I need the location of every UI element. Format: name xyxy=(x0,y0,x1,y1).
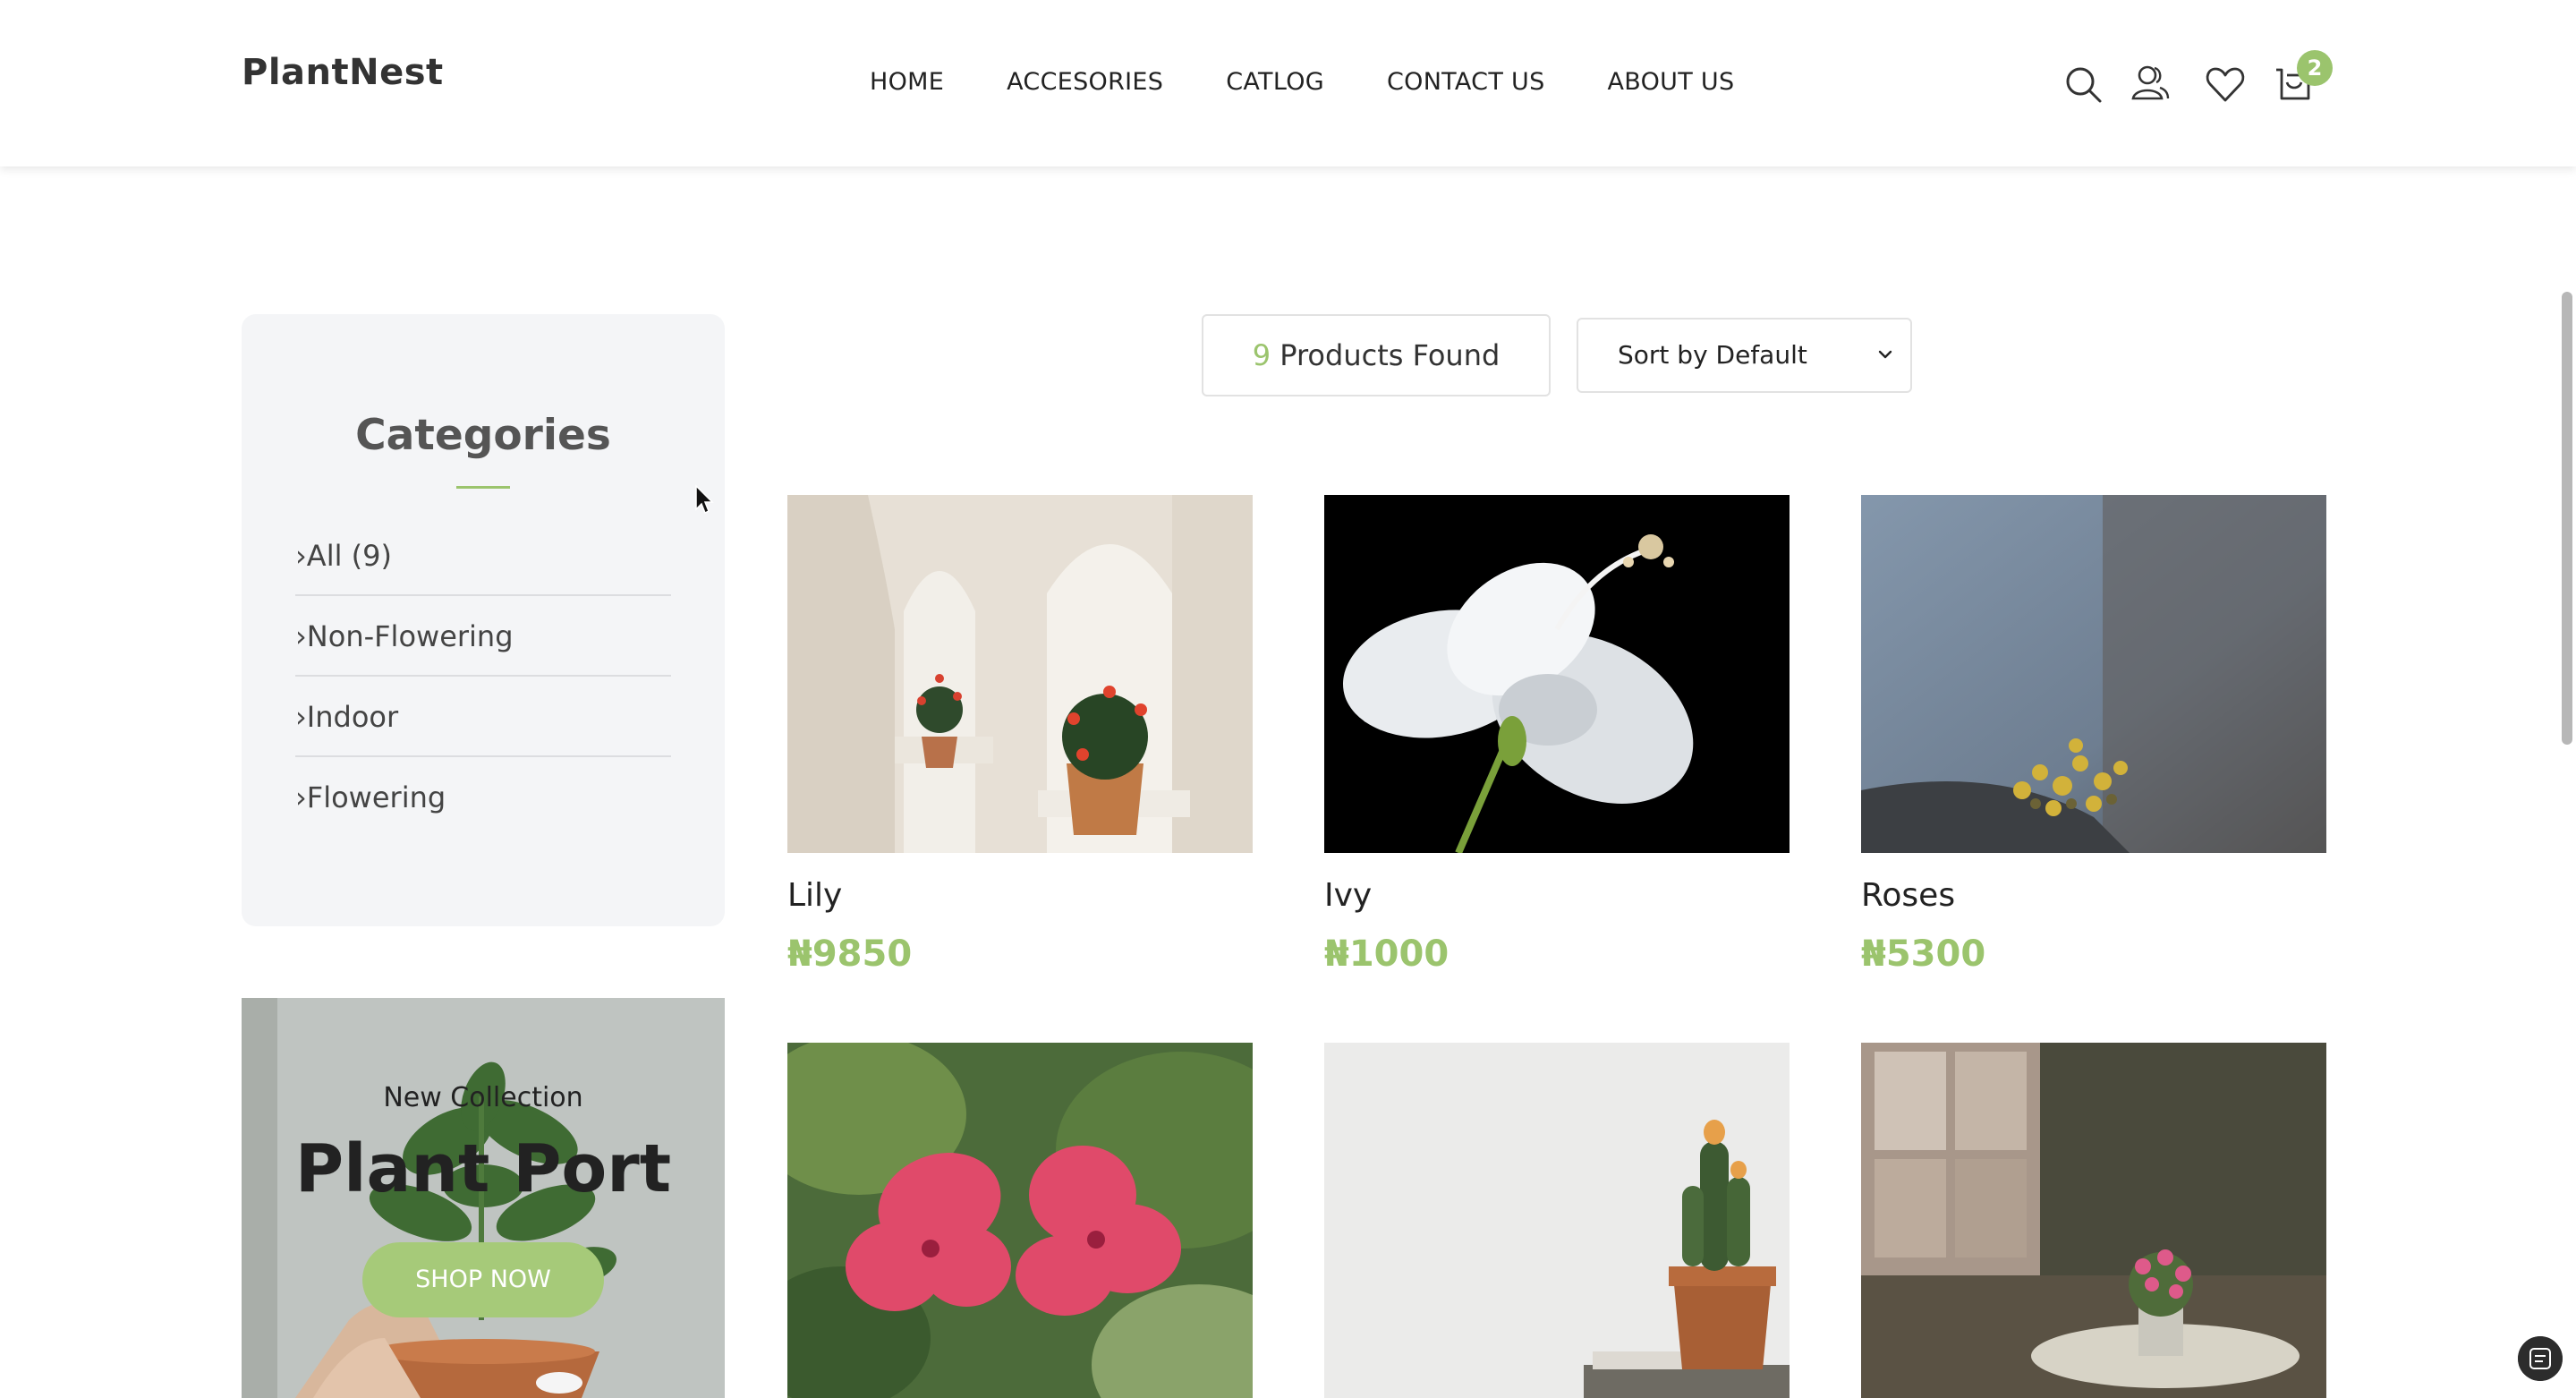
category-flowering[interactable]: ›Flowering xyxy=(295,757,671,838)
product-image[interactable] xyxy=(787,1043,1253,1398)
product-price: ₦5300 xyxy=(1861,933,1986,975)
categories-panel: Categories ›All (9) ›Non-Flowering ›Indo… xyxy=(242,314,725,926)
product-image[interactable] xyxy=(1861,495,2326,853)
category-label: All (9) xyxy=(306,539,392,573)
sort-select[interactable]: Sort by Default xyxy=(1577,318,1912,393)
promo-subtitle: New Collection xyxy=(383,1082,583,1113)
product-name[interactable]: Lily xyxy=(787,877,842,914)
sort-selected-value: Sort by Default xyxy=(1618,340,1807,370)
category-all[interactable]: ›All (9) xyxy=(295,516,671,596)
category-label: Indoor xyxy=(306,700,399,734)
category-label: Non-Flowering xyxy=(306,619,514,653)
site-logo[interactable]: PlantNest xyxy=(242,52,444,93)
site-header: PlantNest HOME ACCESORIES CATLOG CONTACT… xyxy=(0,0,2576,166)
chevron-right-icon: › xyxy=(295,780,307,814)
product-price: ₦1000 xyxy=(1324,933,1450,975)
nav-accessories[interactable]: ACCESORIES xyxy=(1007,68,1163,96)
mouse-cursor-icon xyxy=(695,484,714,515)
product-price: ₦9850 xyxy=(787,933,913,975)
products-found: 9 Products Found xyxy=(1202,314,1551,396)
categories-underline xyxy=(456,486,510,489)
user-icon[interactable] xyxy=(2130,63,2171,104)
nav-home[interactable]: HOME xyxy=(870,68,944,96)
product-image[interactable] xyxy=(1324,1043,1790,1398)
page-scrollbar[interactable] xyxy=(2562,292,2572,745)
product-image[interactable] xyxy=(1861,1043,2326,1398)
chevron-right-icon: › xyxy=(295,619,307,653)
nav-contact[interactable]: CONTACT US xyxy=(1387,68,1545,96)
product-image[interactable] xyxy=(1324,495,1790,853)
product-image[interactable] xyxy=(787,495,1253,853)
products-found-count: 9 xyxy=(1252,338,1271,372)
screenshot-tool-icon[interactable] xyxy=(2518,1336,2563,1381)
categories-title: Categories xyxy=(355,411,611,460)
product-name[interactable]: Ivy xyxy=(1324,877,1372,914)
category-label: Flowering xyxy=(306,780,446,814)
products-found-label: Products Found xyxy=(1279,338,1501,372)
heart-icon[interactable] xyxy=(2205,64,2246,106)
chevron-right-icon: › xyxy=(295,700,307,734)
chevron-down-icon xyxy=(1878,350,1892,359)
product-name[interactable]: Roses xyxy=(1861,877,1955,914)
category-indoor[interactable]: ›Indoor xyxy=(295,677,671,757)
cart-count-badge: 2 xyxy=(2297,50,2333,86)
nav-catalog[interactable]: CATLOG xyxy=(1226,68,1324,96)
promo-title: Plant Port xyxy=(294,1130,672,1207)
main-nav: HOME ACCESORIES CATLOG CONTACT US ABOUT … xyxy=(870,68,1734,96)
chevron-right-icon: › xyxy=(295,539,307,573)
category-non-flowering[interactable]: ›Non-Flowering xyxy=(295,596,671,677)
promo-banner: New Collection Plant Port SHOP NOW xyxy=(242,998,725,1398)
nav-about[interactable]: ABOUT US xyxy=(1608,68,1735,96)
search-icon[interactable] xyxy=(2063,64,2104,106)
shop-now-button[interactable]: SHOP NOW xyxy=(362,1242,604,1317)
